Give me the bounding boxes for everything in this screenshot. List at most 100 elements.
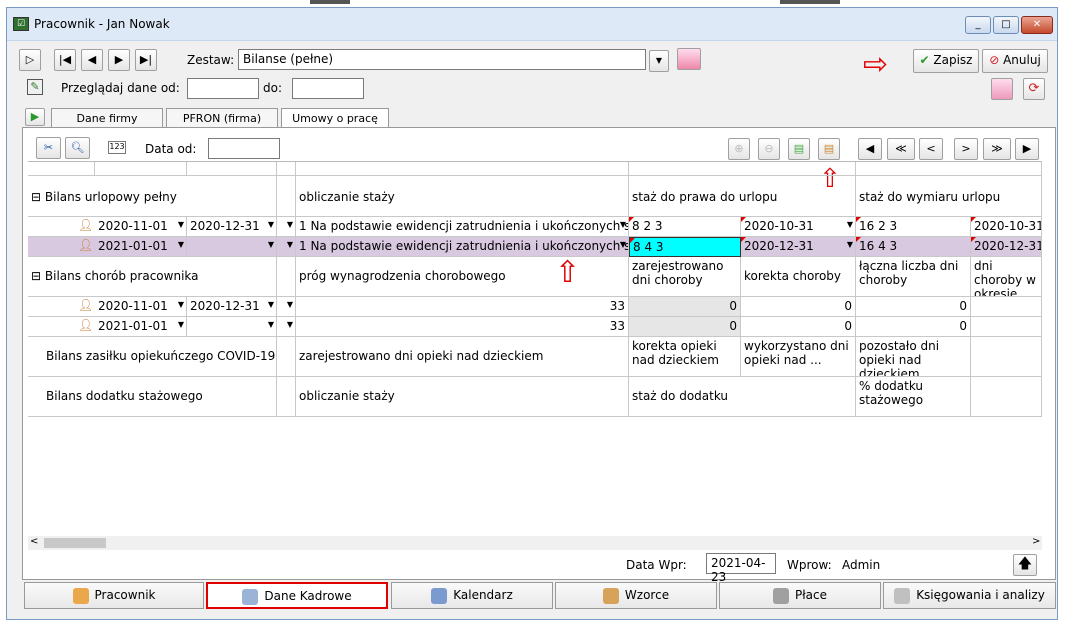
close-button[interactable]: ✕ [1021,16,1053,34]
urlop-r1-option[interactable]: 1 Na podstawie ewidencji zatrudnienia i … [296,217,629,237]
grid-header [95,162,187,176]
urlop-r2-d2[interactable]: 2020-12-31 [971,237,1042,257]
play-icon[interactable]: ▶ [25,108,45,126]
urlop-col-staz-prawa: staż do prawa do urlopu [629,176,856,217]
urlop-r1-to[interactable]: 2020-12-31 [187,217,277,237]
group-staz[interactable]: Bilans dodatku stażowego [28,377,277,417]
grid-nav-last[interactable]: ▶ [1015,138,1039,160]
do-label: do: [263,81,283,95]
tab-umowy-o-prace[interactable]: Umowy o pracę [281,108,389,129]
chor-r2-v1[interactable]: 33 [296,317,629,337]
bottom-tab-place[interactable]: Płace [719,582,881,609]
check-icon: ✔ [919,53,930,67]
tools-icon[interactable]: ✂ [36,137,61,159]
urlop-r2-d1-text: 2020-12-31 [744,239,814,253]
tab-pfron[interactable]: PFRON (firma) [166,108,278,129]
scroll-top-icon[interactable]: 🡅 [1013,554,1037,576]
chor-col-zarejestrowano: zarejestrowano dni choroby [629,257,741,297]
chor-r2-to[interactable] [187,317,277,337]
chor-r2-v4[interactable]: 0 [856,317,971,337]
zestaw-edit-icon[interactable] [677,48,701,70]
grid-header [629,162,856,176]
group-covid[interactable]: Bilans zasiłku opiekuńczego COVID-19 [28,337,277,377]
group-choroby[interactable]: ⊟ Bilans chorób pracownika [28,257,277,297]
bottom-tab-pracownik[interactable]: Pracownik [24,582,204,609]
urlop-r1-from[interactable]: 2020-11-01 [95,217,187,237]
grid-nav-prev[interactable]: < [919,138,943,160]
edit-check-icon[interactable]: ✎ [27,79,43,95]
person-icon: 👤︎ [78,298,94,312]
zestaw-dropdown-icon[interactable]: ▼ [649,50,669,72]
bilans-grid: ⊟ Bilans urlopowy pełny obliczanie stażу… [28,161,1042,536]
nav-last-icon[interactable]: ▶| [135,49,157,71]
urlop-r1-dropdown[interactable] [277,217,296,237]
horizontal-scrollbar[interactable]: < > [28,536,1042,550]
chor-r2-dropdown[interactable] [277,317,296,337]
cancel-button[interactable]: ⊘ Anuluj [982,49,1048,73]
chor-r2-v3[interactable]: 0 [741,317,856,337]
collapse-icon[interactable]: ⊟ [31,190,41,204]
zestaw-select[interactable]: Bilanse (pełne) [238,49,646,70]
edit-row-icon[interactable]: ▤ [818,138,840,160]
nav-prev-icon[interactable]: ◀ [81,49,103,71]
minimize-button[interactable]: _ [965,16,991,34]
report-icon[interactable] [991,78,1013,100]
date-from-input[interactable] [187,78,259,99]
collapse-icon[interactable]: ⊟ [31,269,41,283]
bottom-tab-dane-kadrowe[interactable]: Dane Kadrowe [206,582,388,609]
remove-icon[interactable]: ⊖ [758,138,780,160]
urlop-r1-d1[interactable]: 2020-10-31 [741,217,856,237]
urlop-r1-v2[interactable]: 16 2 3 [856,217,971,237]
chor-r2-from[interactable]: 2021-01-01 [95,317,187,337]
tab-dane-firmy[interactable]: Dane firmy [51,108,163,129]
chor-r1-v1[interactable]: 33 [296,297,629,317]
tree-indent: 👤︎ [28,237,95,257]
urlop-r1-v1[interactable]: 8 2 3 [629,217,741,237]
staz-col-procent: % dodatku stażowego [856,377,971,417]
grid-nav-next-page[interactable]: ≫ [983,138,1011,160]
group-urlop[interactable]: ⊟ Bilans urlopowy pełny [28,176,277,217]
urlop-r2-option[interactable]: 1 Na podstawie ewidencji zatrudnienia i … [296,237,629,257]
urlop-r2-dropdown[interactable] [277,237,296,257]
scroll-thumb[interactable] [44,538,106,548]
grid-nav-prev-page[interactable]: ≪ [887,138,915,160]
maximize-button[interactable]: □ [993,16,1019,34]
scroll-left-icon[interactable]: < [30,536,38,547]
scroll-right-icon[interactable]: > [1032,536,1040,547]
urlop-r2-to[interactable] [187,237,277,257]
grid-nav-next[interactable]: > [954,138,978,160]
bottom-tab-ksiegowania[interactable]: Księgowania i analizy [883,582,1056,609]
grid-cell [971,377,1042,417]
add-icon[interactable]: ⊕ [728,138,750,160]
chor-r1-from[interactable]: 2020-11-01 [95,297,187,317]
bottom-tab-kalendarz[interactable]: Kalendarz [391,582,553,609]
chor-r1-v3[interactable]: 0 [741,297,856,317]
data-od-input[interactable] [208,138,280,159]
bottom-tab-ksiegowania-label: Księgowania i analizy [916,588,1045,602]
calendar-icon[interactable]: 123 [108,141,126,154]
chor-col-korekta: korekta choroby [741,257,856,297]
grid-nav-first[interactable]: ◀ [858,138,882,160]
urlop-r2-d1[interactable]: 2020-12-31 [741,237,856,257]
chor-r1-dropdown[interactable] [277,297,296,317]
nav-next-icon[interactable]: ▶ [108,49,130,71]
bottom-tab-wzorce[interactable]: Wzorce [555,582,717,609]
cancel-button-label: Anuluj [1003,53,1041,67]
save-button[interactable]: ✔ Zapisz [913,49,979,73]
urlop-r2-v1[interactable]: 8 4 3 [629,237,741,257]
add-row-icon[interactable]: ▤ [788,138,810,160]
date-to-input[interactable] [292,78,364,99]
chor-r1-v4[interactable]: 0 [856,297,971,317]
tree-indent: 👤︎ [28,317,95,337]
chor-r1-to[interactable]: 2020-12-31 [187,297,277,317]
calendar-icon [431,587,448,604]
covid-col-korekta: korekta opieki nad dzieckiem [629,337,741,377]
person-icon [72,587,89,604]
search-icon[interactable]: 🔍︎ [65,137,90,159]
urlop-r2-from[interactable]: 2021-01-01 [95,237,187,257]
urlop-r1-d2[interactable]: 2020-10-31 [971,217,1042,237]
refresh-icon[interactable]: ⟳ [1023,78,1045,100]
urlop-r2-v2[interactable]: 16 4 3 [856,237,971,257]
nav-first-icon[interactable]: ▷ [19,49,41,71]
nav-begin-icon[interactable]: |◀ [54,49,76,71]
